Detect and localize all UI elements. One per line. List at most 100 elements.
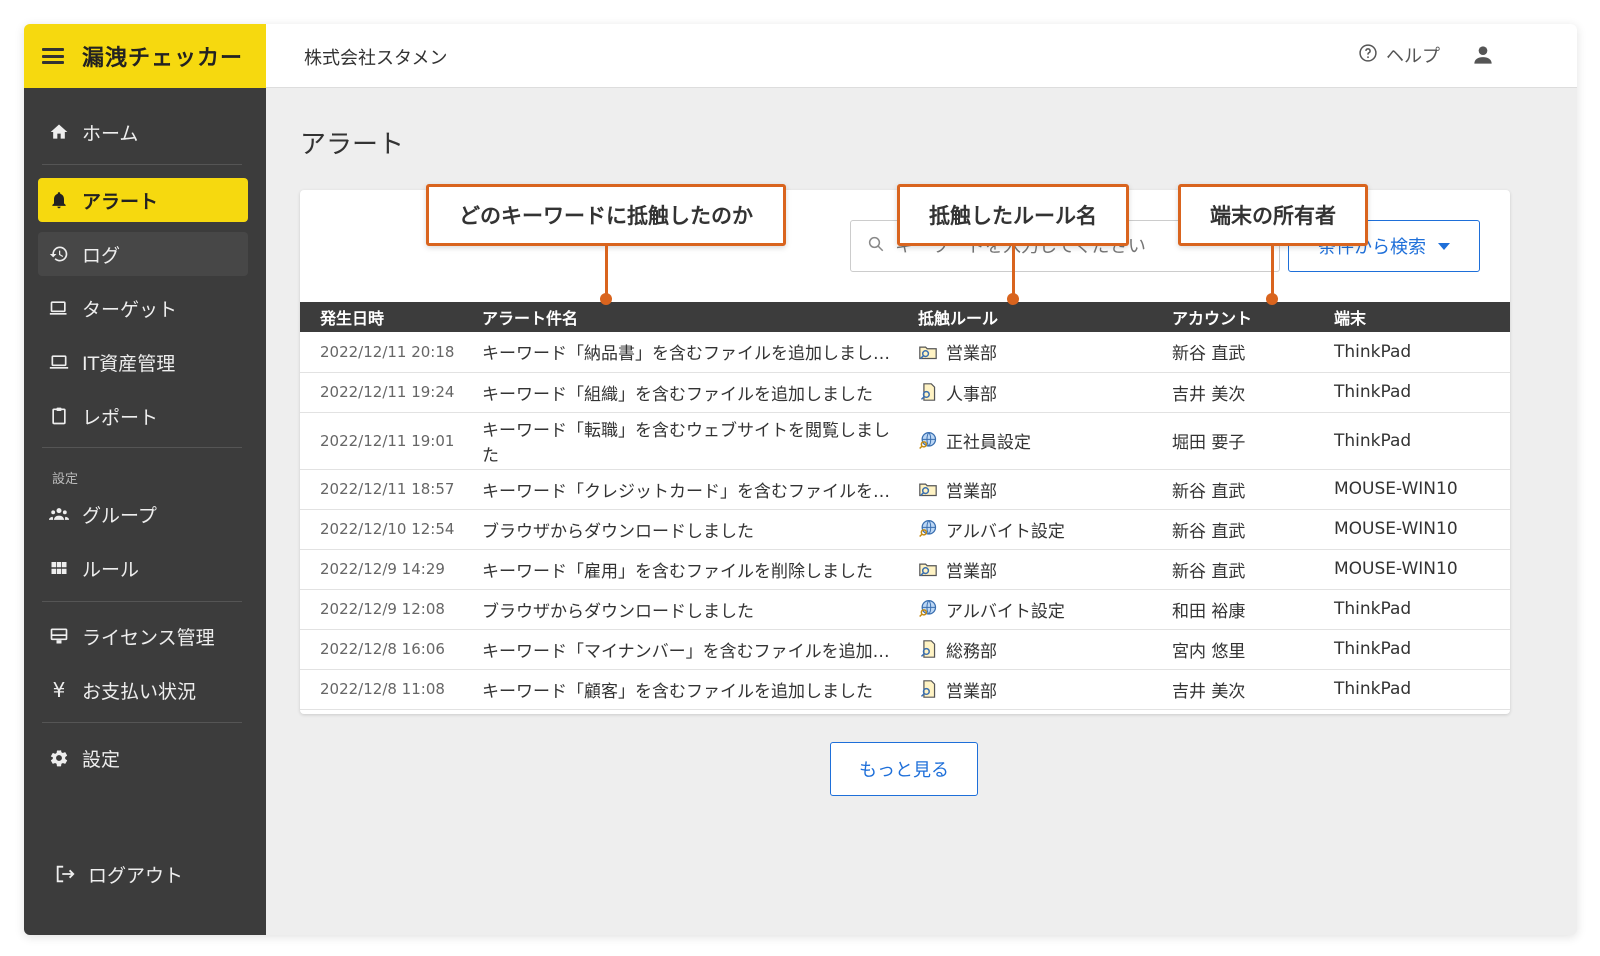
cell-account: 堀田 要子 <box>1152 412 1314 470</box>
sidebar-item-label: レポート <box>82 406 159 429</box>
section-label-settings: 設定 <box>52 472 79 487</box>
sidebar-item-label: グループ <box>82 504 157 527</box>
laptop-icon <box>48 351 70 373</box>
folder-search-icon <box>918 559 938 579</box>
table-row[interactable]: 2022/12/9 14:29 キーワード「雇用」を含むファイルを削除しました 営業… <box>300 549 1510 590</box>
table-row[interactable]: 2022/12/11 19:01 キーワード「転職」を含むウェブサイトを閲覧しまし… <box>300 412 1510 470</box>
cell-rule[interactable]: 営業部 <box>898 669 1152 710</box>
cell-account: 新谷 直武 <box>1152 509 1314 550</box>
account-icon[interactable] <box>1470 42 1496 72</box>
cell-date: 2022/12/10 12:54 <box>300 509 462 550</box>
brand-bar: 漏洩チェッカー <box>24 24 266 88</box>
cell-subject[interactable]: キーワード「組織」を含むファイルを追加しました <box>462 372 898 413</box>
cell-subject[interactable]: キーワード「顧客」を含むファイルを追加しました <box>462 669 898 710</box>
table-row[interactable]: 2022/12/11 18:57 キーワード「クレジットカード」を含むファイルを…… <box>300 469 1510 510</box>
rule-name: 営業部 <box>946 344 997 365</box>
laptop-user-icon <box>48 297 70 319</box>
cell-rule[interactable]: アルバイト設定 <box>898 509 1152 550</box>
cell-rule[interactable]: 正社員設定 <box>898 412 1152 470</box>
home-icon <box>48 121 70 143</box>
column-header-device[interactable]: 端末 <box>1314 302 1510 332</box>
cell-rule[interactable]: 人事部 <box>898 372 1152 413</box>
table-row[interactable]: 2022/12/10 12:54 ブラウザからダウンロードしました アルバイト設定 新… <box>300 509 1510 550</box>
history-icon <box>48 243 70 265</box>
table-row[interactable]: 2022/12/11 20:18 キーワード「納品書」を含むファイルを追加しまし…… <box>300 332 1510 373</box>
sidebar-item-label: 設定 <box>82 748 121 771</box>
cell-date: 2022/12/11 20:18 <box>300 332 462 373</box>
cell-account: 宮内 悠里 <box>1152 629 1314 670</box>
cell-device: ThinkPad <box>1314 372 1510 413</box>
cell-subject[interactable]: キーワード「雇用」を含むファイルを削除しました <box>462 549 898 590</box>
rule-name: アルバイト設定 <box>946 601 1065 622</box>
cell-rule[interactable]: 営業部 <box>898 332 1152 373</box>
menu-icon[interactable] <box>42 48 64 64</box>
file-search-icon <box>918 679 938 699</box>
callout-dot <box>1007 293 1019 305</box>
app-window: 漏洩チェッカー ホーム アラート ログ ターゲット IT資産管理 レポート 設定… <box>24 24 1577 935</box>
sidebar-item-alert[interactable]: アラート <box>38 178 248 222</box>
cell-rule[interactable]: 営業部 <box>898 469 1152 510</box>
column-header-date[interactable]: 発生日時 <box>300 302 462 332</box>
rule-name: 営業部 <box>946 481 997 502</box>
sidebar-item-label: お支払い状況 <box>82 680 197 703</box>
sidebar: ホーム アラート ログ ターゲット IT資産管理 レポート 設定 グループ ルー… <box>24 88 266 935</box>
cell-rule[interactable]: 営業部 <box>898 549 1152 590</box>
cell-device: MOUSE-WIN10 <box>1314 469 1510 510</box>
column-header-account[interactable]: アカウント <box>1152 302 1314 332</box>
cell-date: 2022/12/8 16:06 <box>300 629 462 670</box>
sidebar-item-target[interactable]: ターゲット <box>38 286 248 330</box>
cell-date: 2022/12/9 14:29 <box>300 549 462 590</box>
yen-icon: ¥ <box>52 678 66 702</box>
cell-device: ThinkPad <box>1314 589 1510 630</box>
table-row[interactable]: 2022/12/8 16:06 キーワード「マイナンバー」を含むファイルを追加… 総… <box>300 629 1510 670</box>
cell-rule[interactable]: 総務部 <box>898 629 1152 670</box>
cell-subject[interactable]: キーワード「納品書」を含むファイルを追加しまし… <box>462 332 898 373</box>
show-more-button[interactable]: もっと見る <box>830 742 978 796</box>
cell-subject[interactable]: キーワード「転職」を含むウェブサイトを閲覧しました <box>462 412 898 470</box>
cell-rule[interactable]: アルバイト設定 <box>898 589 1152 630</box>
table-row[interactable]: 2022/12/9 12:08 ブラウザからダウンロードしました アルバイト設定 和田… <box>300 589 1510 630</box>
sidebar-item-license[interactable]: ライセンス管理 <box>38 614 248 658</box>
rule-name: 営業部 <box>946 681 997 702</box>
globe-search-icon <box>918 431 938 451</box>
alerts-table: 発生日時 アラート件名 抵触ルール アカウント 端末 2022/12/11 20… <box>300 302 1510 710</box>
sidebar-item-label: ホーム <box>82 122 139 145</box>
folder-search-icon <box>918 342 938 362</box>
table-row[interactable]: 2022/12/8 11:08 キーワード「顧客」を含むファイルを追加しました 営業… <box>300 669 1510 710</box>
logout-label: ログアウト <box>88 864 184 887</box>
cell-subject[interactable]: キーワード「マイナンバー」を含むファイルを追加… <box>462 629 898 670</box>
callout-leader-line <box>605 246 608 298</box>
sidebar-item-payment[interactable]: ¥ お支払い状況 <box>38 668 248 712</box>
table-row[interactable]: 2022/12/11 19:24 キーワード「組織」を含むファイルを追加しました 人… <box>300 372 1510 413</box>
sidebar-item-report[interactable]: レポート <box>38 394 248 438</box>
table-header-row: 発生日時 アラート件名 抵触ルール アカウント 端末 <box>300 302 1510 332</box>
callout-dot <box>1266 293 1278 305</box>
cell-subject[interactable]: ブラウザからダウンロードしました <box>462 589 898 630</box>
sidebar-item-home[interactable]: ホーム <box>38 110 248 154</box>
cell-subject[interactable]: ブラウザからダウンロードしました <box>462 509 898 550</box>
help-link[interactable]: ヘルプ <box>1358 42 1440 68</box>
sidebar-item-settings[interactable]: 設定 <box>38 736 248 780</box>
logout-button[interactable]: ログアウト <box>44 852 254 896</box>
column-header-subject[interactable]: アラート件名 <box>462 302 898 332</box>
sidebar-item-rule[interactable]: ルール <box>38 546 248 590</box>
cell-account: 吉井 美次 <box>1152 372 1314 413</box>
clipboard-icon <box>48 405 70 427</box>
cell-subject[interactable]: キーワード「クレジットカード」を含むファイルを… <box>462 469 898 510</box>
sidebar-item-label: ターゲット <box>82 298 178 321</box>
group-icon <box>48 503 70 525</box>
cell-device: MOUSE-WIN10 <box>1314 509 1510 550</box>
sidebar-item-it-assets[interactable]: IT資産管理 <box>38 340 248 384</box>
column-header-rule[interactable]: 抵触ルール <box>898 302 1152 332</box>
sidebar-item-label: ルール <box>82 558 140 581</box>
sidebar-item-label: ログ <box>82 244 121 267</box>
company-name: 株式会社スタメン <box>304 48 448 69</box>
divider <box>42 722 242 723</box>
divider <box>42 447 242 448</box>
cell-device: ThinkPad <box>1314 629 1510 670</box>
help-label: ヘルプ <box>1386 46 1440 67</box>
sidebar-item-group[interactable]: グループ <box>38 492 248 536</box>
sidebar-item-label: ライセンス管理 <box>82 626 215 649</box>
sidebar-item-log[interactable]: ログ <box>38 232 248 276</box>
file-search-icon <box>918 639 938 659</box>
